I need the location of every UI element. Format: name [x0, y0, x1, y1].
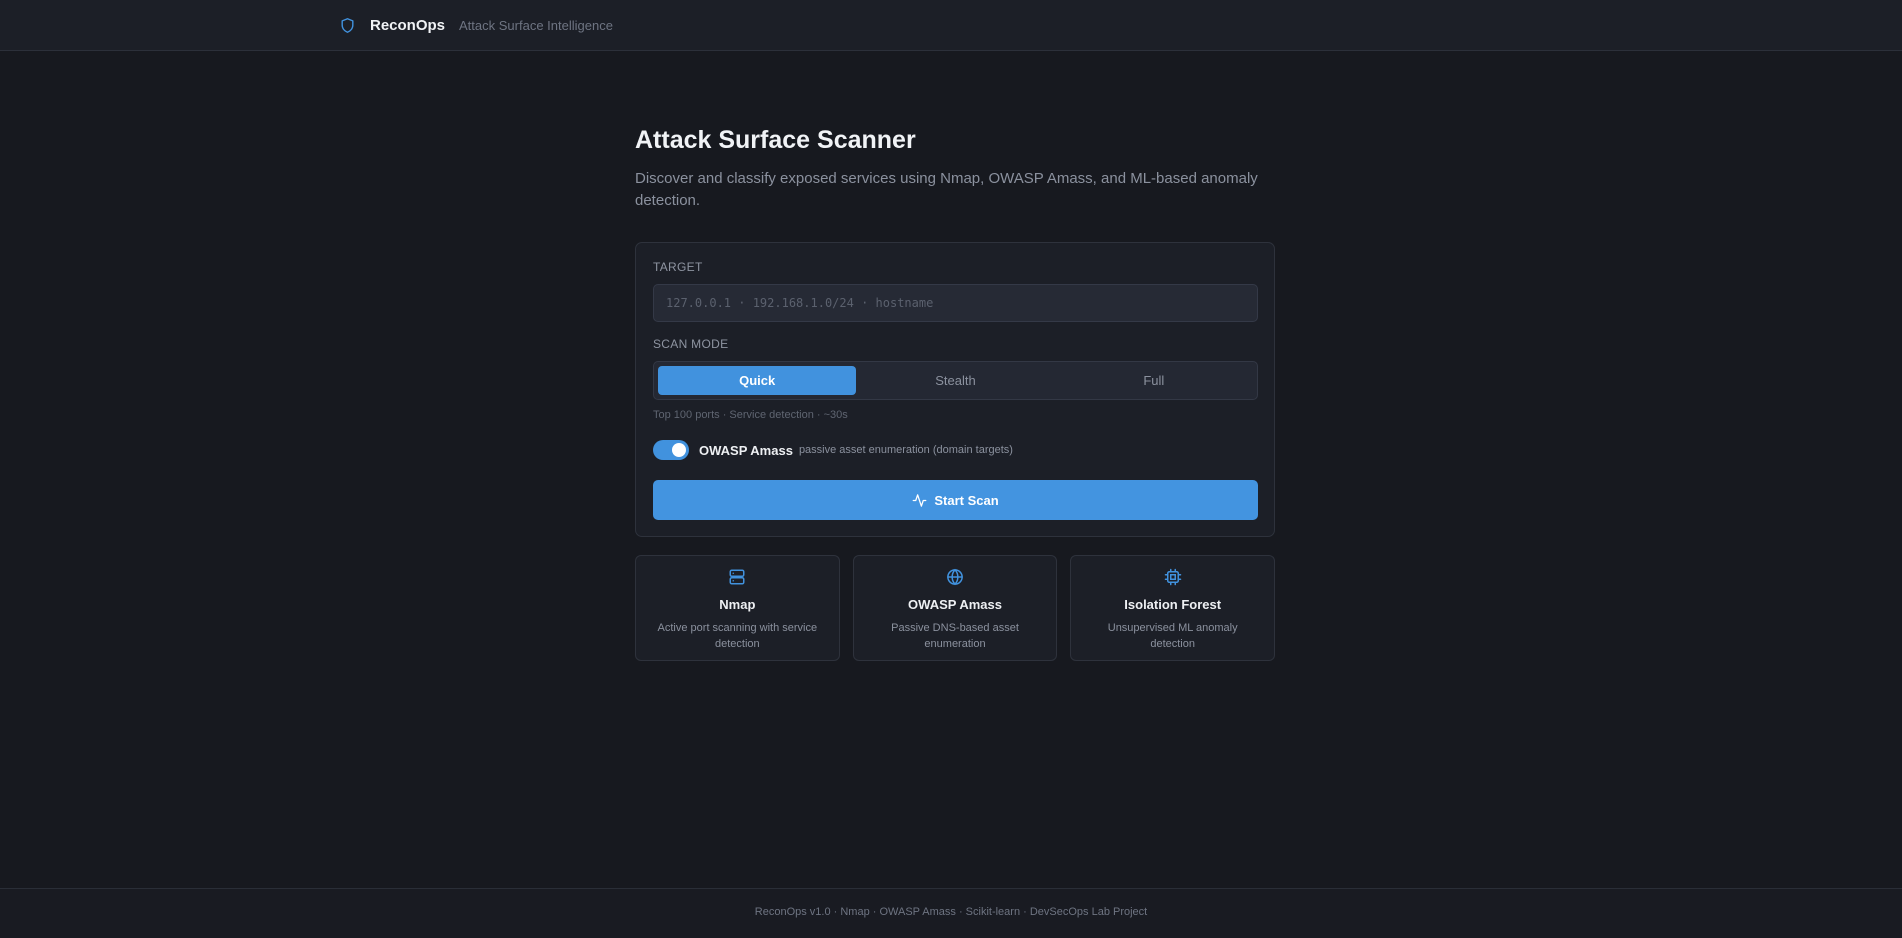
top-bar: ReconOps Attack Surface Intelligence — [0, 0, 1902, 51]
scan-mode-label: SCAN MODE — [653, 337, 729, 351]
feature-description: Unsupervised ML anomaly detection — [1107, 622, 1238, 650]
feature-description: Passive DNS-based asset enumeration — [891, 622, 1019, 650]
page-title: Attack Surface Scanner — [635, 126, 916, 154]
amass-toggle-label: OWASP Amass — [699, 442, 793, 458]
feature-card-nmap: Nmap Active port scanning with service d… — [635, 555, 840, 661]
cpu-icon — [1164, 568, 1182, 586]
server-icon — [728, 568, 746, 586]
scan-mode-full[interactable]: Full — [1055, 366, 1253, 395]
scan-form-card: TARGET SCAN MODE Quick Stealth Full Top … — [635, 242, 1275, 537]
scan-mode-hint: Top 100 ports · Service detection · ~30s — [653, 409, 848, 421]
feature-description: Active port scanning with service detect… — [657, 622, 818, 650]
target-input[interactable] — [653, 284, 1258, 322]
feature-title: OWASP Amass — [908, 597, 1002, 612]
page-subtitle: Discover and classify exposed services u… — [635, 170, 1258, 209]
footer-text: ReconOps v1.0 · Nmap · OWASP Amass · Sci… — [754, 906, 1148, 918]
start-scan-button[interactable]: Start Scan — [653, 480, 1258, 520]
shield-icon — [339, 17, 356, 34]
feature-cards: Nmap Active port scanning with service d… — [635, 555, 1276, 661]
brand-tagline: Attack Surface Intelligence — [459, 17, 613, 33]
amass-toggle-row: OWASP Amass passive asset enumeration (d… — [653, 440, 1013, 460]
feature-title: Isolation Forest — [1124, 597, 1222, 612]
amass-toggle-description: passive asset enumeration (domain target… — [798, 444, 1013, 456]
brand[interactable]: ReconOps Attack Surface Intelligence — [339, 0, 613, 50]
start-scan-label: Start Scan — [934, 492, 999, 508]
feature-card-amass: OWASP Amass Passive DNS-based asset enum… — [852, 555, 1058, 661]
scan-mode-selector: Quick Stealth Full — [653, 361, 1258, 400]
toggle-knob — [672, 443, 686, 457]
activity-icon — [912, 493, 927, 507]
amass-toggle[interactable] — [653, 440, 689, 460]
target-label: TARGET — [653, 260, 703, 274]
feature-card-isolation-forest: Isolation Forest Unsupervised ML anomaly… — [1070, 555, 1276, 661]
brand-name: ReconOps — [370, 16, 446, 34]
scan-mode-quick[interactable]: Quick — [658, 366, 857, 395]
footer: ReconOps v1.0 · Nmap · OWASP Amass · Sci… — [0, 888, 1902, 938]
feature-title: Nmap — [719, 597, 756, 612]
globe-icon — [946, 568, 964, 586]
scan-mode-stealth[interactable]: Stealth — [856, 366, 1054, 395]
main-content: Attack Surface Scanner Discover and clas… — [635, 120, 1276, 661]
